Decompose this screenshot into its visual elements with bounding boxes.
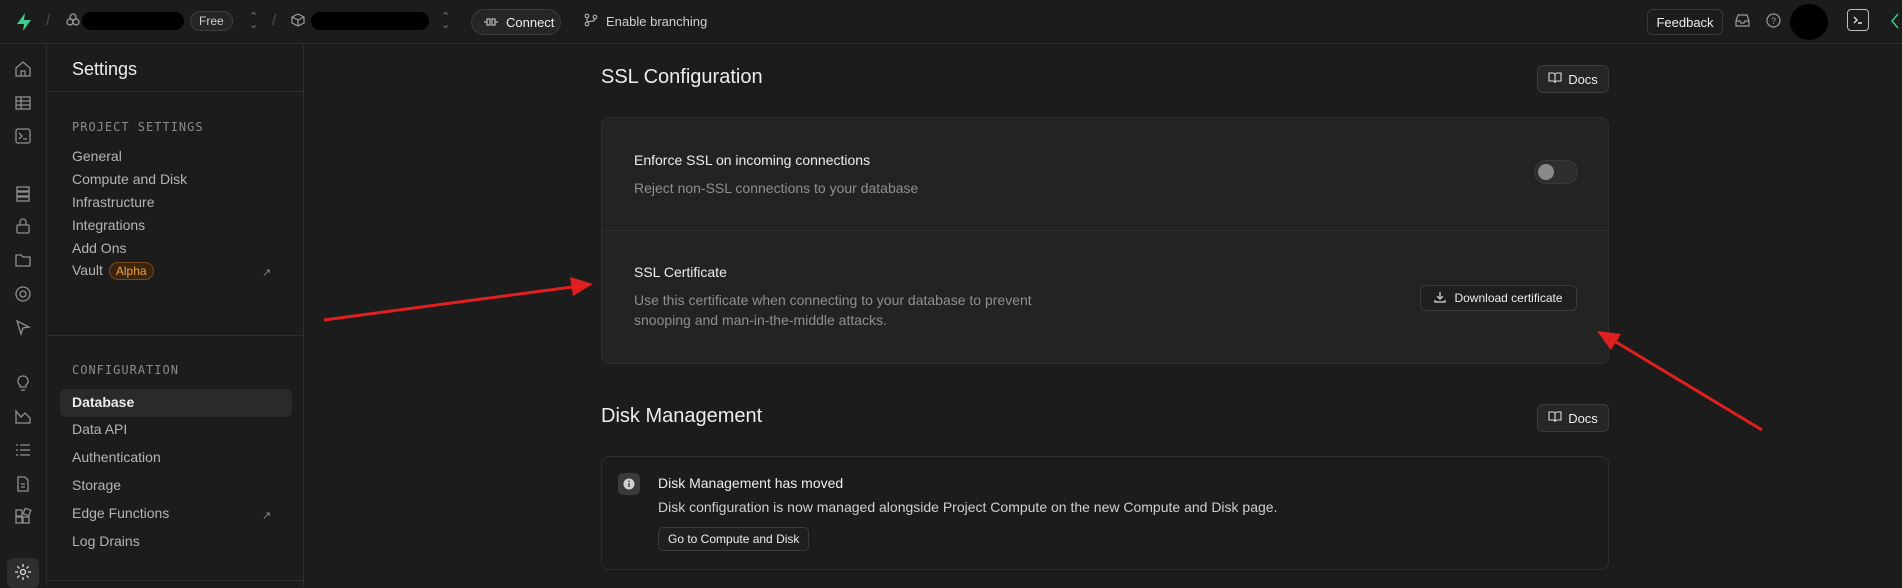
info-icon xyxy=(618,473,640,495)
download-certificate-button[interactable]: Download certificate xyxy=(1420,285,1577,311)
ssl-certificate-description-line1: Use this certificate when connecting to … xyxy=(634,292,1032,308)
enable-branching-label: Enable branching xyxy=(606,14,708,29)
divider xyxy=(48,335,304,336)
logs-list-icon[interactable] xyxy=(14,441,33,460)
database-icon[interactable] xyxy=(14,185,33,204)
plug-icon xyxy=(484,15,498,30)
help-icon[interactable]: ? xyxy=(1766,13,1781,31)
supabase-logo-icon[interactable] xyxy=(14,12,34,35)
alpha-badge: Alpha xyxy=(108,262,154,280)
toggle-knob xyxy=(1538,164,1554,180)
ssl-certificate-description-line2: snooping and man-in-the-middle attacks. xyxy=(634,312,887,328)
enforce-ssl-description: Reject non-SSL connections to your datab… xyxy=(634,180,919,196)
settings-gear-icon[interactable] xyxy=(14,563,33,582)
top-bar: / Free ⌃ ⌄ / ⌃ ⌄ Connect Enable branching … xyxy=(0,0,1902,44)
organization-name-redacted[interactable] xyxy=(82,12,184,30)
project-switcher-chevron-icon[interactable]: ⌃ ⌄ xyxy=(441,12,450,31)
disk-notice-card: Disk Management has moved Disk configura… xyxy=(601,456,1609,570)
breadcrumb-separator: / xyxy=(272,12,277,29)
disk-notice-description: Disk configuration is now managed alongs… xyxy=(658,499,1278,515)
nav-item-general[interactable]: General xyxy=(72,148,122,164)
table-editor-icon[interactable] xyxy=(14,94,33,113)
integrations-icon[interactable] xyxy=(14,507,33,527)
home-icon[interactable] xyxy=(14,60,33,79)
ssl-certificate-title: SSL Certificate xyxy=(634,264,727,280)
feedback-button[interactable]: Feedback xyxy=(1647,9,1723,35)
project-settings-section-label: PROJECT SETTINGS xyxy=(72,120,204,134)
organization-icon xyxy=(66,13,80,30)
nav-item-database[interactable]: Database xyxy=(72,394,134,410)
nav-item-compute-and-disk[interactable]: Compute and Disk xyxy=(72,171,187,187)
auth-lock-icon[interactable] xyxy=(14,217,33,236)
git-branch-icon xyxy=(584,13,598,30)
plan-badge: Free xyxy=(190,11,233,31)
reports-chart-icon[interactable] xyxy=(14,407,33,426)
svg-text:?: ? xyxy=(1771,16,1776,26)
breadcrumb-separator: / xyxy=(46,12,51,29)
inbox-icon[interactable] xyxy=(1735,13,1750,31)
advisors-lightbulb-icon[interactable] xyxy=(14,374,33,393)
annotation-arrow-right xyxy=(1597,331,1763,432)
nav-item-storage[interactable]: Storage xyxy=(72,477,121,493)
realtime-icon[interactable] xyxy=(14,285,33,304)
book-icon xyxy=(1548,410,1562,426)
docs-label: Docs xyxy=(1568,410,1598,426)
org-switcher-chevron-icon[interactable]: ⌃ ⌄ xyxy=(249,12,258,31)
go-to-compute-and-disk-button[interactable]: Go to Compute and Disk xyxy=(658,527,810,551)
ssl-configuration-heading: SSL Configuration xyxy=(601,66,763,88)
icon-rail xyxy=(0,45,47,588)
enforce-ssl-title: Enforce SSL on incoming connections xyxy=(634,152,871,168)
book-icon xyxy=(1548,71,1562,87)
nav-item-infrastructure[interactable]: Infrastructure xyxy=(72,194,154,210)
nav-item-authentication[interactable]: Authentication xyxy=(72,449,161,465)
configuration-section-label: CONFIGURATION xyxy=(72,363,179,377)
user-avatar[interactable] xyxy=(1790,4,1828,40)
api-docs-icon[interactable] xyxy=(14,475,33,494)
nav-item-add-ons[interactable]: Add Ons xyxy=(72,240,126,256)
nav-item-edge-functions[interactable]: Edge Functions xyxy=(72,505,169,521)
sql-editor-icon[interactable] xyxy=(14,127,33,146)
edge-functions-icon[interactable] xyxy=(14,318,33,337)
enforce-ssl-toggle[interactable] xyxy=(1534,160,1578,184)
nav-item-log-drains[interactable]: Log Drains xyxy=(72,533,140,549)
download-certificate-label: Download certificate xyxy=(1454,291,1563,305)
settings-panel: Settings PROJECT SETTINGS General Comput… xyxy=(48,45,304,586)
disk-notice-title: Disk Management has moved xyxy=(658,475,844,491)
terminal-icon[interactable] xyxy=(1847,9,1869,31)
divider xyxy=(48,91,304,92)
nav-item-data-api[interactable]: Data API xyxy=(72,421,127,437)
annotation-arrow-left xyxy=(323,277,593,322)
ssl-card: Enforce SSL on incoming connections Reje… xyxy=(601,117,1609,364)
divider xyxy=(48,580,304,581)
storage-folder-icon[interactable] xyxy=(14,251,33,270)
external-link-icon: ↗ xyxy=(262,510,272,522)
nav-item-vault-label: Vault xyxy=(72,262,103,278)
project-cube-icon xyxy=(291,13,305,30)
connect-button[interactable]: Connect xyxy=(471,9,561,35)
nav-item-vault[interactable]: Vault Alpha xyxy=(72,262,154,280)
advisor-icon[interactable] xyxy=(1890,12,1902,33)
nav-item-integrations[interactable]: Integrations xyxy=(72,217,145,233)
divider xyxy=(602,230,1608,231)
disk-docs-button[interactable]: Docs xyxy=(1537,404,1609,432)
docs-label: Docs xyxy=(1568,71,1598,87)
settings-title: Settings xyxy=(72,59,138,79)
connect-label: Connect xyxy=(506,14,555,30)
download-icon xyxy=(1434,291,1447,306)
project-name-redacted[interactable] xyxy=(311,12,429,30)
external-link-icon: ↗ xyxy=(262,267,272,279)
disk-management-heading: Disk Management xyxy=(601,405,763,427)
ssl-docs-button[interactable]: Docs xyxy=(1537,65,1609,93)
enable-branching-button[interactable]: Enable branching xyxy=(584,13,707,30)
